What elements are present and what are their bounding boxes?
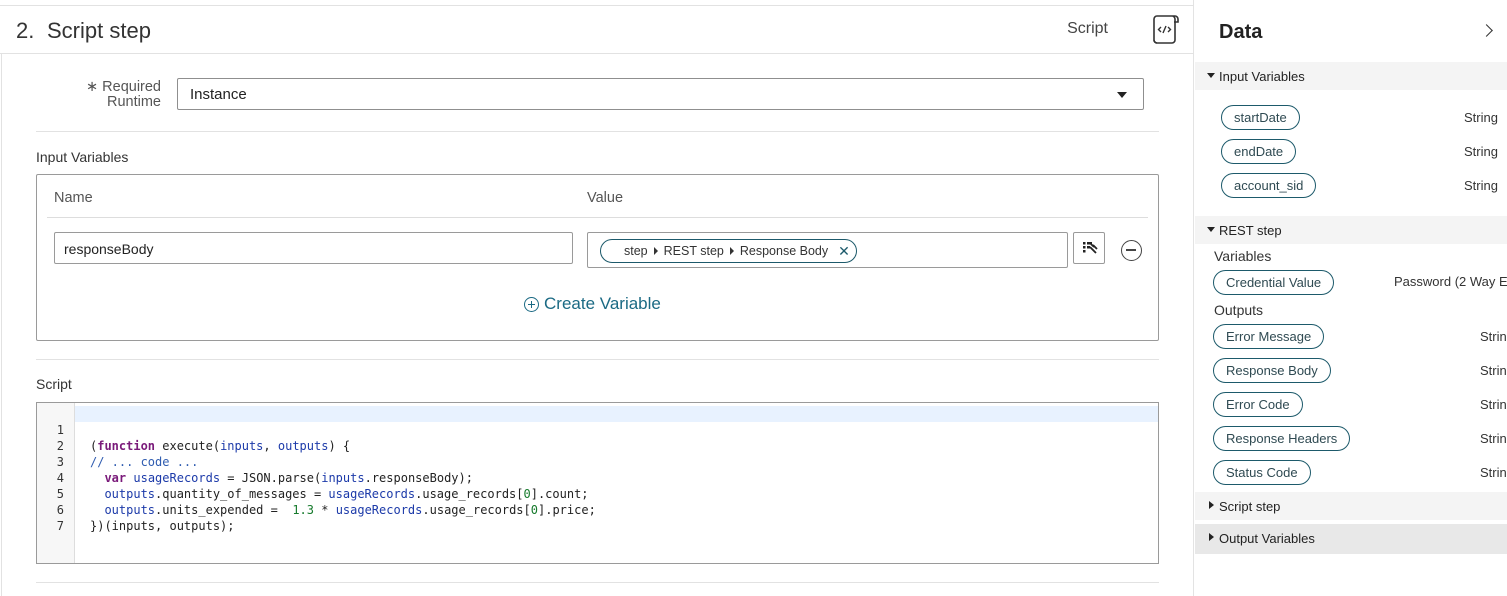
code-text: (function execute(inputs, outputs) {: [90, 439, 351, 453]
data-pill-startDate[interactable]: startDate: [1221, 105, 1300, 130]
data-panel: Data Input Variables startDate String en…: [1195, 0, 1507, 596]
group-script-step[interactable]: Script step: [1195, 492, 1507, 520]
data-type-label: Strin: [1480, 465, 1507, 480]
data-picker-icon: [1083, 242, 1098, 254]
header-divider: [47, 217, 1148, 218]
input-variables-table: Name Value responseBody step REST step R…: [36, 174, 1159, 341]
data-pill-response-body[interactable]: Response Body: [1213, 358, 1331, 383]
remove-pill-icon[interactable]: ✕: [838, 244, 850, 258]
input-variables-heading: Input Variables: [36, 149, 129, 165]
active-line-highlight: [75, 406, 1158, 422]
code-line: 3 var usageRecords = JSON.parse(inputs.r…: [37, 438, 473, 485]
variable-name-input[interactable]: responseBody: [54, 232, 573, 264]
data-type-label: Password (2 Way E: [1394, 274, 1507, 289]
data-pill-error-code[interactable]: Error Code: [1213, 392, 1303, 417]
code-line: 5 outputs.units_expended = 1.3 * usageRe…: [37, 470, 596, 517]
expanded-caret-icon: [1207, 227, 1215, 232]
group-label: Output Variables: [1219, 531, 1315, 546]
group-output-variables[interactable]: Output Variables: [1195, 524, 1507, 554]
data-type-label: String: [1464, 144, 1498, 159]
data-pill-endDate[interactable]: endDate: [1221, 139, 1297, 164]
step-header[interactable]: 2. Script step Script: [0, 6, 1194, 54]
data-pill-error-message[interactable]: Error Message: [1213, 324, 1325, 349]
collapse-panel-icon[interactable]: [1480, 24, 1493, 37]
divider: [36, 582, 1159, 583]
data-type-label: String: [1464, 178, 1498, 193]
group-label: Input Variables: [1219, 69, 1305, 84]
step-type-label: Script: [1067, 20, 1108, 37]
divider: [36, 131, 1159, 132]
data-pill-status-code[interactable]: Status Code: [1213, 460, 1311, 485]
divider: [36, 359, 1159, 360]
code-line: 1 (function execute(inputs, outputs) {: [37, 406, 350, 453]
data-pill-credential-value[interactable]: Credential Value: [1213, 270, 1335, 295]
data-type-label: Strin: [1480, 329, 1507, 344]
script-scroll-icon: [1153, 15, 1179, 44]
script-code-editor[interactable]: 1 (function execute(inputs, outputs) { 2…: [36, 402, 1159, 564]
create-variable-label: Create Variable: [544, 294, 661, 313]
pill-crumb: step: [624, 244, 648, 258]
pill-crumb: Response Body: [739, 244, 829, 258]
remove-variable-button[interactable]: [1121, 240, 1142, 261]
pill-crumb: REST step: [663, 244, 724, 258]
code-text: // ... code ...: [90, 455, 199, 469]
code-line: 7: [37, 502, 80, 533]
required-runtime-label: ∗ Required Runtime: [60, 80, 161, 110]
data-pill-response-headers[interactable]: Response Headers: [1213, 426, 1351, 451]
code-line: 6 })(inputs, outputs);: [37, 486, 235, 533]
code-text: var usageRecords = JSON.parse(inputs.res…: [104, 471, 473, 485]
variable-value-input[interactable]: step REST step Response Body ✕: [587, 232, 1068, 268]
plus-circle-icon: [524, 296, 539, 312]
code-line: 4 outputs.quantity_of_messages = usageRe…: [37, 454, 589, 501]
data-picker-button[interactable]: [1073, 232, 1105, 264]
data-panel-title: Data: [1219, 21, 1263, 43]
data-type-label: Strin: [1480, 363, 1507, 378]
code-text: })(inputs, outputs);: [90, 519, 235, 533]
step-title: Script step: [47, 18, 151, 43]
code-line: 2 // ... code ...: [37, 422, 199, 469]
line-number: 7: [56, 519, 64, 533]
required-runtime-text: Required Runtime: [102, 79, 161, 110]
collapsed-caret-icon: [1209, 533, 1214, 541]
code-text: outputs.units_expended = 1.3 * usageReco…: [104, 503, 596, 517]
value-column-header: Value: [587, 190, 624, 206]
data-reference-pill[interactable]: step REST step Response Body ✕: [600, 239, 857, 263]
flow-step-editor: 2. Script step Script ∗ Required Runtime…: [0, 0, 1194, 596]
data-type-label: String: [1464, 110, 1498, 125]
runtime-select[interactable]: Instance: [177, 78, 1144, 110]
group-label: REST step: [1219, 223, 1282, 238]
expanded-caret-icon: [1207, 73, 1215, 78]
data-type-label: Strin: [1480, 431, 1507, 446]
variables-subheading: Variables: [1214, 248, 1272, 264]
caret-right-icon: [653, 247, 658, 255]
group-rest-step[interactable]: REST step: [1195, 216, 1507, 244]
step-number: 2.: [16, 18, 35, 43]
runtime-select-value: Instance: [190, 86, 247, 103]
caret-right-icon: [729, 247, 734, 255]
collapsed-caret-icon: [1209, 501, 1214, 509]
data-type-label: Strin: [1480, 397, 1507, 412]
group-input-variables[interactable]: Input Variables: [1195, 62, 1507, 90]
required-asterisk: ∗: [85, 79, 99, 95]
script-heading: Script: [36, 376, 72, 392]
caret-down-icon: [1117, 92, 1127, 98]
code-text: outputs.quantity_of_messages = usageReco…: [104, 487, 589, 501]
data-pill-account-sid[interactable]: account_sid: [1221, 173, 1317, 198]
group-label: Script step: [1219, 499, 1281, 514]
create-variable-button[interactable]: Create Variable: [524, 294, 661, 314]
outputs-subheading: Outputs: [1214, 302, 1264, 318]
name-column-header: Name: [54, 190, 93, 206]
